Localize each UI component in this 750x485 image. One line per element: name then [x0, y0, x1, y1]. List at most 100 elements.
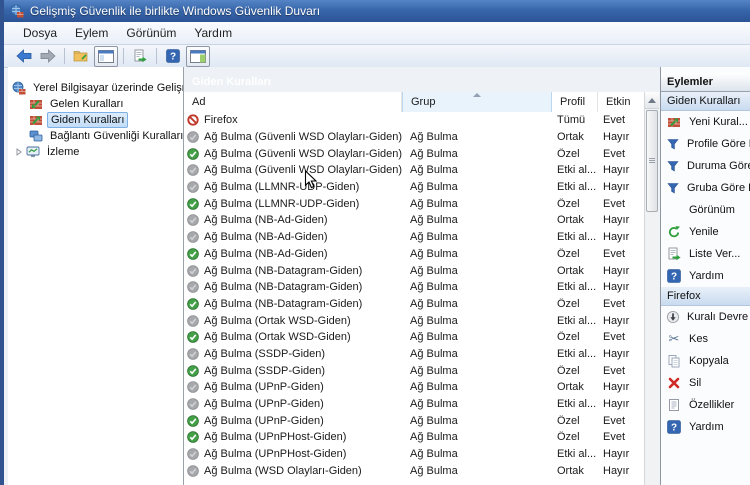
toolbar-button-console-window[interactable]: [94, 45, 118, 67]
rule-row[interactable]: Ağ Bulma (Ortak WSD-Giden) Ağ Bulma Etki a…: [184, 312, 645, 329]
column-header-etkin[interactable]: Etkin: [598, 92, 645, 112]
rule-enabled-icon: [187, 197, 199, 210]
action-item-kurali-devre-disi[interactable]: Kuralı Devre Dı: [661, 306, 750, 328]
rule-enabled: Hayır: [603, 381, 630, 394]
rule-row[interactable]: Ağ Bulma (Güvenli WSD Olayları-Giden) Ağ …: [184, 145, 645, 162]
menu-item-eylem[interactable]: Eylem: [66, 24, 117, 42]
rule-row[interactable]: Ağ Bulma (Güvenli WSD Olayları-Giden) Ağ …: [184, 162, 645, 179]
rule-row[interactable]: Ağ Bulma (SSDP-Giden) Ağ Bulma Etki al... H…: [184, 346, 645, 363]
rule-row[interactable]: Ağ Bulma (UPnPHost-Giden) Ağ Bulma Özel Eve…: [184, 429, 645, 446]
rule-row[interactable]: Ağ Bulma (NB-Ad-Giden) Ağ Bulma Ortak Hayır: [184, 212, 645, 229]
menu-item-gorunum[interactable]: Görünüm: [117, 24, 185, 42]
scrollbar-grip-icon: [649, 157, 655, 164]
rule-name: Ağ Bulma (UPnP-Giden): [204, 414, 324, 427]
rule-enabled-icon: [187, 298, 199, 310]
menu-item-yardim[interactable]: Yardım: [185, 24, 241, 42]
scrollbar-thumb[interactable]: [646, 110, 658, 212]
actions-group-header-giden-kurallari[interactable]: Giden Kuralları: [661, 92, 750, 111]
svg-text:?: ?: [671, 422, 677, 433]
rule-row[interactable]: Ağ Bulma (NB-Ad-Giden) Ağ Bulma Özel Evet: [184, 246, 645, 263]
help-icon: ?: [166, 49, 180, 63]
rule-enabled: Hayır: [603, 448, 630, 461]
column-header-profil[interactable]: Profil: [552, 92, 598, 112]
toolbar-button-show-hide-action-pane[interactable]: [186, 45, 210, 67]
rule-row[interactable]: Ağ Bulma (UPnP-Giden) Ağ Bulma Ortak Hayır: [184, 379, 645, 396]
rule-disabled-icon: [187, 231, 199, 243]
rule-profile: Ortak: [557, 214, 584, 227]
rule-row[interactable]: Ağ Bulma (NB-Datagram-Giden) Ağ Bulma Orta…: [184, 262, 645, 279]
rule-enabled: Hayır: [603, 398, 630, 411]
action-item-ozellikler[interactable]: Özellikler: [661, 394, 750, 416]
action-item-profile-gore-filtre[interactable]: Profile Göre Fil: [661, 133, 750, 155]
rule-group: Ağ Bulma: [410, 464, 458, 477]
tree-item-root[interactable]: Yerel Bilgisayar üzerinde Gelişm: [8, 80, 183, 96]
rule-name: Ağ Bulma (UPnP-Giden): [204, 381, 324, 394]
rule-enabled: Hayır: [603, 214, 630, 227]
rule-disabled-icon: [187, 164, 199, 177]
rule-row[interactable]: Ağ Bulma (Güvenli WSD Olayları-Giden) Ağ …: [184, 129, 645, 146]
toolbar-separator: [156, 48, 157, 64]
toolbar-button-show-hide-console-tree[interactable]: [70, 47, 92, 66]
action-item-yardim[interactable]: ? Yardım: [661, 416, 750, 438]
column-header-grup[interactable]: Grup: [402, 92, 552, 112]
action-item-label: Kuralı Devre Dı: [687, 311, 750, 323]
console-tree-panel: Yerel Bilgisayar üzerinde Gelişm Gelen Ku…: [8, 67, 184, 485]
rule-row[interactable]: Ağ Bulma (NB-Datagram-Giden) Ağ Bulma Etki…: [184, 279, 645, 296]
action-item-yenile[interactable]: Yenile: [661, 221, 750, 243]
action-item-gorunum[interactable]: Görünüm: [661, 199, 750, 221]
tree-item-izleme[interactable]: İzleme: [8, 144, 183, 160]
rule-row[interactable]: Ağ Bulma (UPnP-Giden) Ağ Bulma Etki al... H…: [184, 396, 645, 413]
rule-blocked-icon: [187, 114, 199, 126]
list-panel-title: Giden Kuralları: [192, 76, 271, 88]
vertical-scrollbar[interactable]: [644, 92, 659, 485]
rule-row[interactable]: Firefox Tümü Evet: [184, 112, 645, 129]
rule-row[interactable]: Ağ Bulma (UPnP-Giden) Ağ Bulma Özel Evet: [184, 412, 645, 429]
rule-enabled: Hayır: [603, 314, 630, 327]
rule-row[interactable]: Ağ Bulma (Ortak WSD-Giden) Ağ Bulma Özel Ev…: [184, 329, 645, 346]
rule-row[interactable]: Ağ Bulma (SSDP-Giden) Ağ Bulma Özel Evet: [184, 362, 645, 379]
action-item-kes[interactable]: ✂ Kes: [661, 328, 750, 350]
rule-row[interactable]: Ağ Bulma (WSD Olayları-Giden) Ağ Bulma Ort…: [184, 462, 645, 479]
tree-item-baglanti-guvenligi-kurallari[interactable]: Bağlantı Güvenliği Kuralları: [8, 128, 183, 144]
scroll-up-button[interactable]: [645, 92, 659, 109]
action-item-yeni-kural[interactable]: Yeni Kural...: [661, 111, 750, 133]
actions-group-header-firefox[interactable]: Firefox: [661, 287, 750, 306]
scroll-up-arrow-icon: [648, 97, 656, 103]
rule-disabled-icon: [187, 264, 199, 277]
action-item-gruba-gore-filtre[interactable]: Gruba Göre Fil: [661, 177, 750, 199]
inbound-rules-icon: [29, 97, 43, 111]
action-item-kopyala[interactable]: Kopyala: [661, 350, 750, 372]
action-item-duruma-gore-filtre[interactable]: Duruma Göre F: [661, 155, 750, 177]
delete-icon: [667, 376, 681, 390]
rule-profile: Ortak: [557, 264, 584, 277]
action-item-label: Kopyala: [689, 355, 729, 367]
tree-item-giden-kurallari[interactable]: Giden Kuralları: [8, 112, 183, 128]
rule-enabled: Evet: [603, 364, 626, 377]
toolbar: ?: [4, 45, 750, 68]
rule-name: Ağ Bulma (SSDP-Giden): [204, 347, 326, 360]
rule-profile: Özel: [557, 147, 580, 160]
action-item-label: Profile Göre Fil: [687, 138, 750, 150]
toolbar-button-forward[interactable]: [37, 47, 59, 66]
firewall-app-icon[interactable]: [10, 4, 24, 18]
rule-row[interactable]: Ağ Bulma (NB-Datagram-Giden) Ağ Bulma Özel…: [184, 296, 645, 313]
rule-profile: Özel: [557, 331, 580, 344]
rule-row[interactable]: Ağ Bulma (NB-Ad-Giden) Ağ Bulma Etki al...…: [184, 229, 645, 246]
action-item-sil[interactable]: Sil: [661, 372, 750, 394]
rule-row[interactable]: Ağ Bulma (UPnPHost-Giden) Ağ Bulma Etki al…: [184, 446, 645, 463]
rule-row[interactable]: Ağ Bulma (LLMNR-UDP-Giden) Ağ Bulma Etki a…: [184, 179, 645, 196]
action-item-liste-ver[interactable]: Liste Ver...: [661, 243, 750, 265]
toolbar-button-export-list[interactable]: [129, 47, 151, 66]
tree-item-gelen-kurallari[interactable]: Gelen Kuralları: [8, 96, 183, 112]
column-header-ad[interactable]: Ad: [184, 92, 402, 112]
show-hide-action-pane-icon: [190, 49, 206, 63]
toolbar-button-help[interactable]: ?: [162, 47, 184, 66]
menu-item-dosya[interactable]: Dosya: [14, 24, 66, 42]
back-icon: [15, 49, 33, 63]
rule-name: Ağ Bulma (WSD Olayları-Giden): [204, 464, 362, 477]
expand-arrow-icon[interactable]: [12, 148, 26, 156]
action-item-label: Sil: [689, 377, 702, 389]
action-item-yardim[interactable]: ? Yardım: [661, 265, 750, 287]
rule-row[interactable]: Ağ Bulma (LLMNR-UDP-Giden) Ağ Bulma Özel Ev…: [184, 195, 645, 212]
toolbar-button-back[interactable]: [13, 47, 35, 66]
